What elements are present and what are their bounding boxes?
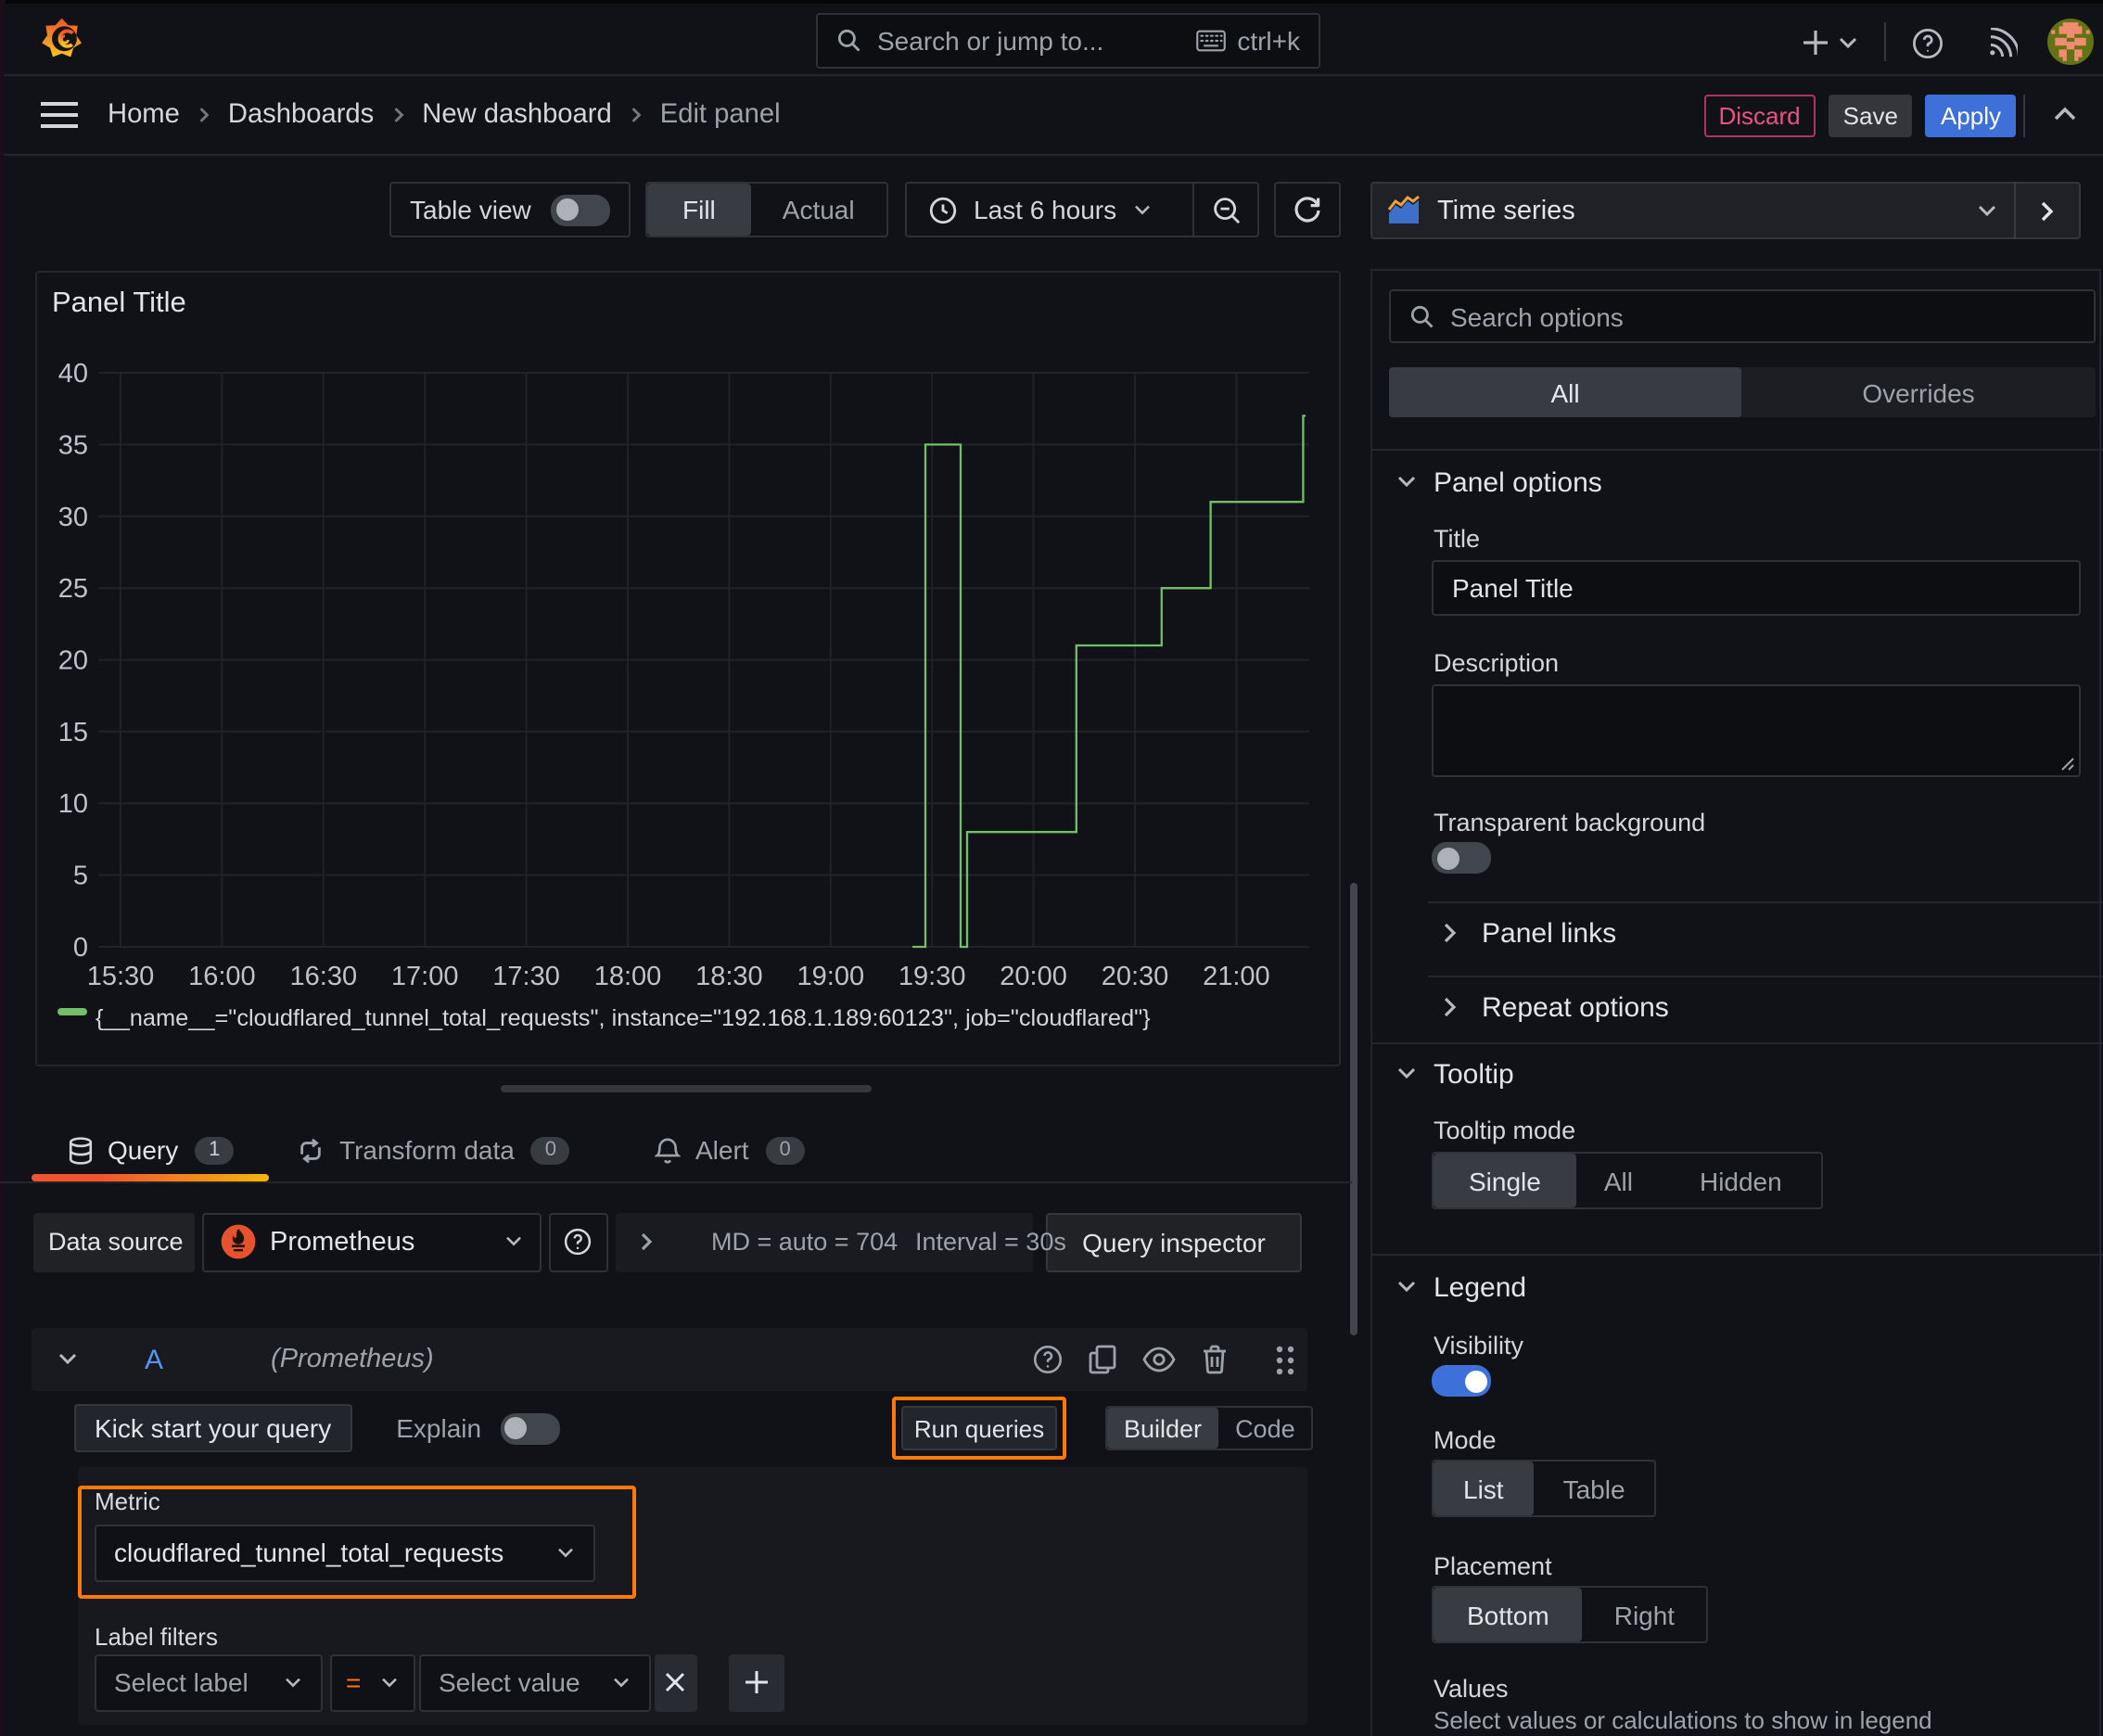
svg-text:19:30: 19:30 [899,962,966,991]
svg-text:0: 0 [73,933,88,963]
svg-text:17:30: 17:30 [492,962,560,991]
svg-text:20: 20 [58,646,88,676]
svg-text:17:00: 17:00 [391,962,459,991]
svg-text:10: 10 [58,789,88,819]
svg-text:5: 5 [73,862,88,891]
svg-text:25: 25 [58,574,88,604]
svg-text:18:00: 18:00 [594,962,662,991]
svg-text:19:00: 19:00 [797,962,865,991]
svg-text:30: 30 [58,503,88,532]
svg-text:40: 40 [58,359,88,389]
svg-text:15:30: 15:30 [87,962,155,991]
svg-text:15: 15 [58,718,88,747]
svg-text:16:30: 16:30 [290,962,358,991]
svg-text:{__name__="cloudflared_tunnel_: {__name__="cloudflared_tunnel_total_requ… [96,1005,1151,1031]
svg-text:35: 35 [58,430,88,460]
svg-text:20:00: 20:00 [1000,962,1067,991]
svg-text:20:30: 20:30 [1102,962,1169,991]
svg-text:21:00: 21:00 [1203,962,1270,991]
svg-text:18:30: 18:30 [695,962,763,991]
svg-text:16:00: 16:00 [188,962,256,991]
